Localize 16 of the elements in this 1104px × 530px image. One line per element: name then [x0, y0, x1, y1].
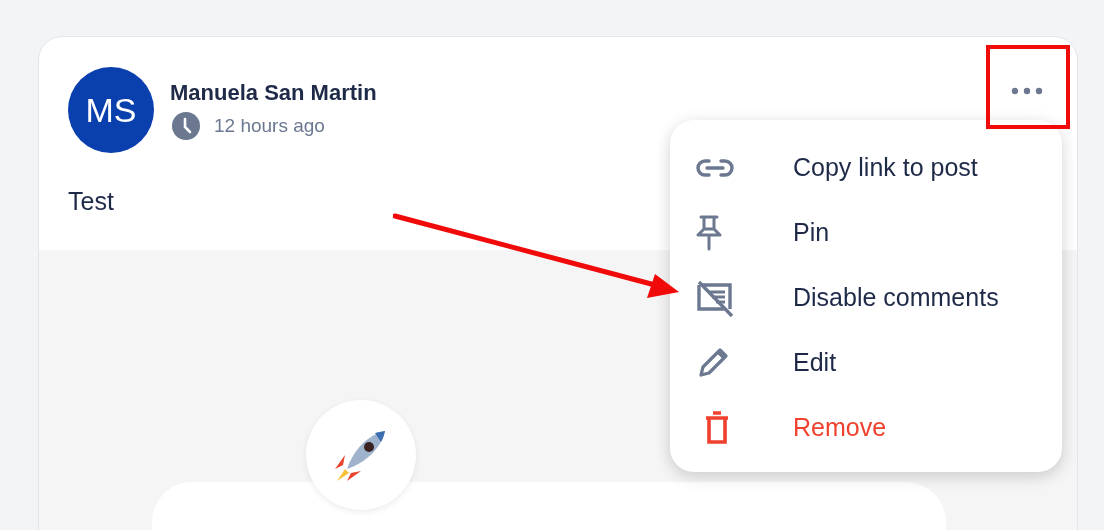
menu-item[interactable]: Copy link to post: [670, 135, 1062, 200]
avatar: MS: [68, 67, 154, 153]
pin-icon: [696, 214, 722, 251]
trash-icon: [704, 410, 730, 445]
post-time: 12 hours ago: [214, 115, 325, 137]
menu-item[interactable]: Pin: [670, 200, 1062, 265]
author-name: Manuela San Martin: [170, 80, 378, 106]
menu-item[interactable]: Edit: [670, 330, 1062, 395]
comment-off-icon: [696, 278, 734, 317]
link-icon: [696, 157, 734, 178]
menu-item[interactable]: Disable comments: [670, 265, 1062, 330]
clock-icon: [172, 112, 200, 140]
post-text: Test: [68, 187, 115, 216]
more-icon: [1011, 86, 1043, 95]
menu-item[interactable]: Remove: [670, 395, 1062, 460]
pencil-icon: [696, 345, 730, 380]
